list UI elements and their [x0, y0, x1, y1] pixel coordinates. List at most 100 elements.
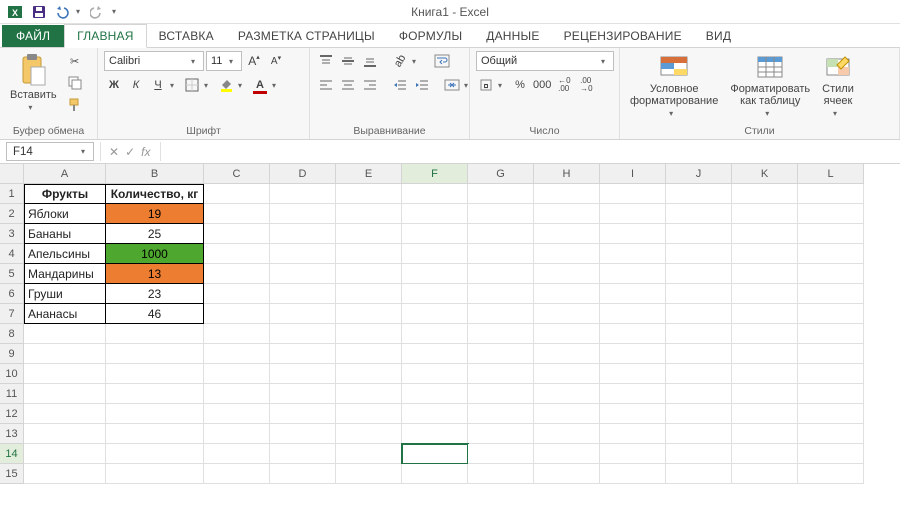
cell-D10[interactable]	[270, 364, 336, 384]
cell-H6[interactable]	[534, 284, 600, 304]
cell-L13[interactable]	[798, 424, 864, 444]
cell-F3[interactable]	[402, 224, 468, 244]
cell-F6[interactable]	[402, 284, 468, 304]
cell-L1[interactable]	[798, 184, 864, 204]
cell-E6[interactable]	[336, 284, 402, 304]
cell-L12[interactable]	[798, 404, 864, 424]
cell-F1[interactable]	[402, 184, 468, 204]
cell-K1[interactable]	[732, 184, 798, 204]
paste-button[interactable]: Вставить ▾	[6, 51, 61, 114]
borders-button[interactable]	[182, 75, 202, 95]
cell-G13[interactable]	[468, 424, 534, 444]
cell-C6[interactable]	[204, 284, 270, 304]
row-header-4[interactable]: 4	[0, 244, 24, 264]
cell-B10[interactable]	[106, 364, 204, 384]
cell-G12[interactable]	[468, 404, 534, 424]
cell-F12[interactable]	[402, 404, 468, 424]
bold-button[interactable]: Ж	[104, 75, 124, 95]
cell-E1[interactable]	[336, 184, 402, 204]
cell-K13[interactable]	[732, 424, 798, 444]
cell-I13[interactable]	[600, 424, 666, 444]
cell-G6[interactable]	[468, 284, 534, 304]
cell-G2[interactable]	[468, 204, 534, 224]
cell-A9[interactable]	[24, 344, 106, 364]
name-box[interactable]: F14 ▾	[6, 142, 94, 161]
align-middle-button[interactable]	[338, 51, 358, 71]
enter-formula-button[interactable]: ✓	[125, 145, 135, 159]
fill-color-button[interactable]	[216, 75, 236, 95]
col-header-K[interactable]: K	[732, 164, 798, 184]
cell-L9[interactable]	[798, 344, 864, 364]
qat-customize-dropdown[interactable]: ▾	[112, 7, 122, 16]
col-header-J[interactable]: J	[666, 164, 732, 184]
save-button[interactable]	[28, 2, 50, 22]
cell-C4[interactable]	[204, 244, 270, 264]
cell-A1[interactable]: Фрукты	[24, 184, 106, 204]
row-header-3[interactable]: 3	[0, 224, 24, 244]
col-header-E[interactable]: E	[336, 164, 402, 184]
redo-button[interactable]	[88, 2, 110, 22]
col-header-D[interactable]: D	[270, 164, 336, 184]
decrease-indent-button[interactable]	[390, 75, 410, 95]
underline-dropdown[interactable]: ▾	[170, 81, 180, 90]
cell-E4[interactable]	[336, 244, 402, 264]
cell-D11[interactable]	[270, 384, 336, 404]
cell-styles-button[interactable]: Стили ячеек▾	[818, 51, 858, 120]
cell-E14[interactable]	[336, 444, 402, 464]
decrease-font-button[interactable]: A▾	[266, 51, 286, 71]
cell-I5[interactable]	[600, 264, 666, 284]
cell-A11[interactable]	[24, 384, 106, 404]
borders-dropdown[interactable]: ▾	[204, 81, 214, 90]
row-header-6[interactable]: 6	[0, 284, 24, 304]
align-center-button[interactable]	[338, 75, 358, 95]
row-header-13[interactable]: 13	[0, 424, 24, 444]
align-top-button[interactable]	[316, 51, 336, 71]
increase-font-button[interactable]: A▴	[244, 51, 264, 71]
cell-B12[interactable]	[106, 404, 204, 424]
cell-L7[interactable]	[798, 304, 864, 324]
cell-B1[interactable]: Количество, кг	[106, 184, 204, 204]
cell-F10[interactable]	[402, 364, 468, 384]
increase-decimal-button[interactable]: ←0 .00	[554, 75, 574, 95]
cell-L8[interactable]	[798, 324, 864, 344]
cell-H3[interactable]	[534, 224, 600, 244]
cell-A15[interactable]	[24, 464, 106, 484]
row-header-1[interactable]: 1	[0, 184, 24, 204]
cell-K6[interactable]	[732, 284, 798, 304]
cut-button[interactable]: ✂	[65, 51, 85, 71]
cell-G4[interactable]	[468, 244, 534, 264]
cell-J4[interactable]	[666, 244, 732, 264]
cell-L3[interactable]	[798, 224, 864, 244]
cell-G10[interactable]	[468, 364, 534, 384]
align-right-button[interactable]	[360, 75, 380, 95]
tab-file[interactable]: ФАЙЛ	[2, 25, 64, 47]
cell-C8[interactable]	[204, 324, 270, 344]
row-header-7[interactable]: 7	[0, 304, 24, 324]
row-header-5[interactable]: 5	[0, 264, 24, 284]
cell-F11[interactable]	[402, 384, 468, 404]
cell-E12[interactable]	[336, 404, 402, 424]
row-header-8[interactable]: 8	[0, 324, 24, 344]
cell-I6[interactable]	[600, 284, 666, 304]
cell-L6[interactable]	[798, 284, 864, 304]
cell-K11[interactable]	[732, 384, 798, 404]
cell-L15[interactable]	[798, 464, 864, 484]
orientation-dropdown[interactable]: ▾	[412, 57, 422, 66]
cell-B5[interactable]: 13	[106, 264, 204, 284]
cell-J3[interactable]	[666, 224, 732, 244]
cell-E2[interactable]	[336, 204, 402, 224]
worksheet-grid[interactable]: ABCDEFGHIJKL1ФруктыКоличество, кг2Яблоки…	[0, 164, 900, 484]
cell-J8[interactable]	[666, 324, 732, 344]
cell-C5[interactable]	[204, 264, 270, 284]
accounting-dropdown[interactable]: ▾	[498, 81, 508, 90]
cell-J9[interactable]	[666, 344, 732, 364]
cell-H9[interactable]	[534, 344, 600, 364]
cell-C12[interactable]	[204, 404, 270, 424]
cell-A13[interactable]	[24, 424, 106, 444]
cell-H1[interactable]	[534, 184, 600, 204]
cell-J14[interactable]	[666, 444, 732, 464]
cell-F13[interactable]	[402, 424, 468, 444]
cell-I2[interactable]	[600, 204, 666, 224]
cell-D8[interactable]	[270, 324, 336, 344]
cell-A8[interactable]	[24, 324, 106, 344]
